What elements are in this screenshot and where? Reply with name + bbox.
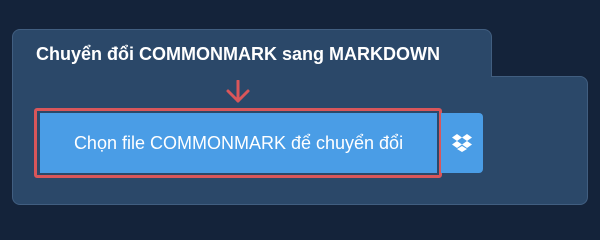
dropbox-button[interactable] bbox=[441, 113, 483, 173]
tab-title: Chuyển đổi COMMONMARK sang MARKDOWN bbox=[36, 44, 440, 64]
tab-panel-seam bbox=[13, 76, 491, 79]
dropbox-icon bbox=[452, 134, 472, 152]
arrow-down-icon bbox=[226, 80, 250, 103]
choose-file-button[interactable]: Chọn file COMMONMARK để chuyển đổi bbox=[40, 113, 437, 173]
